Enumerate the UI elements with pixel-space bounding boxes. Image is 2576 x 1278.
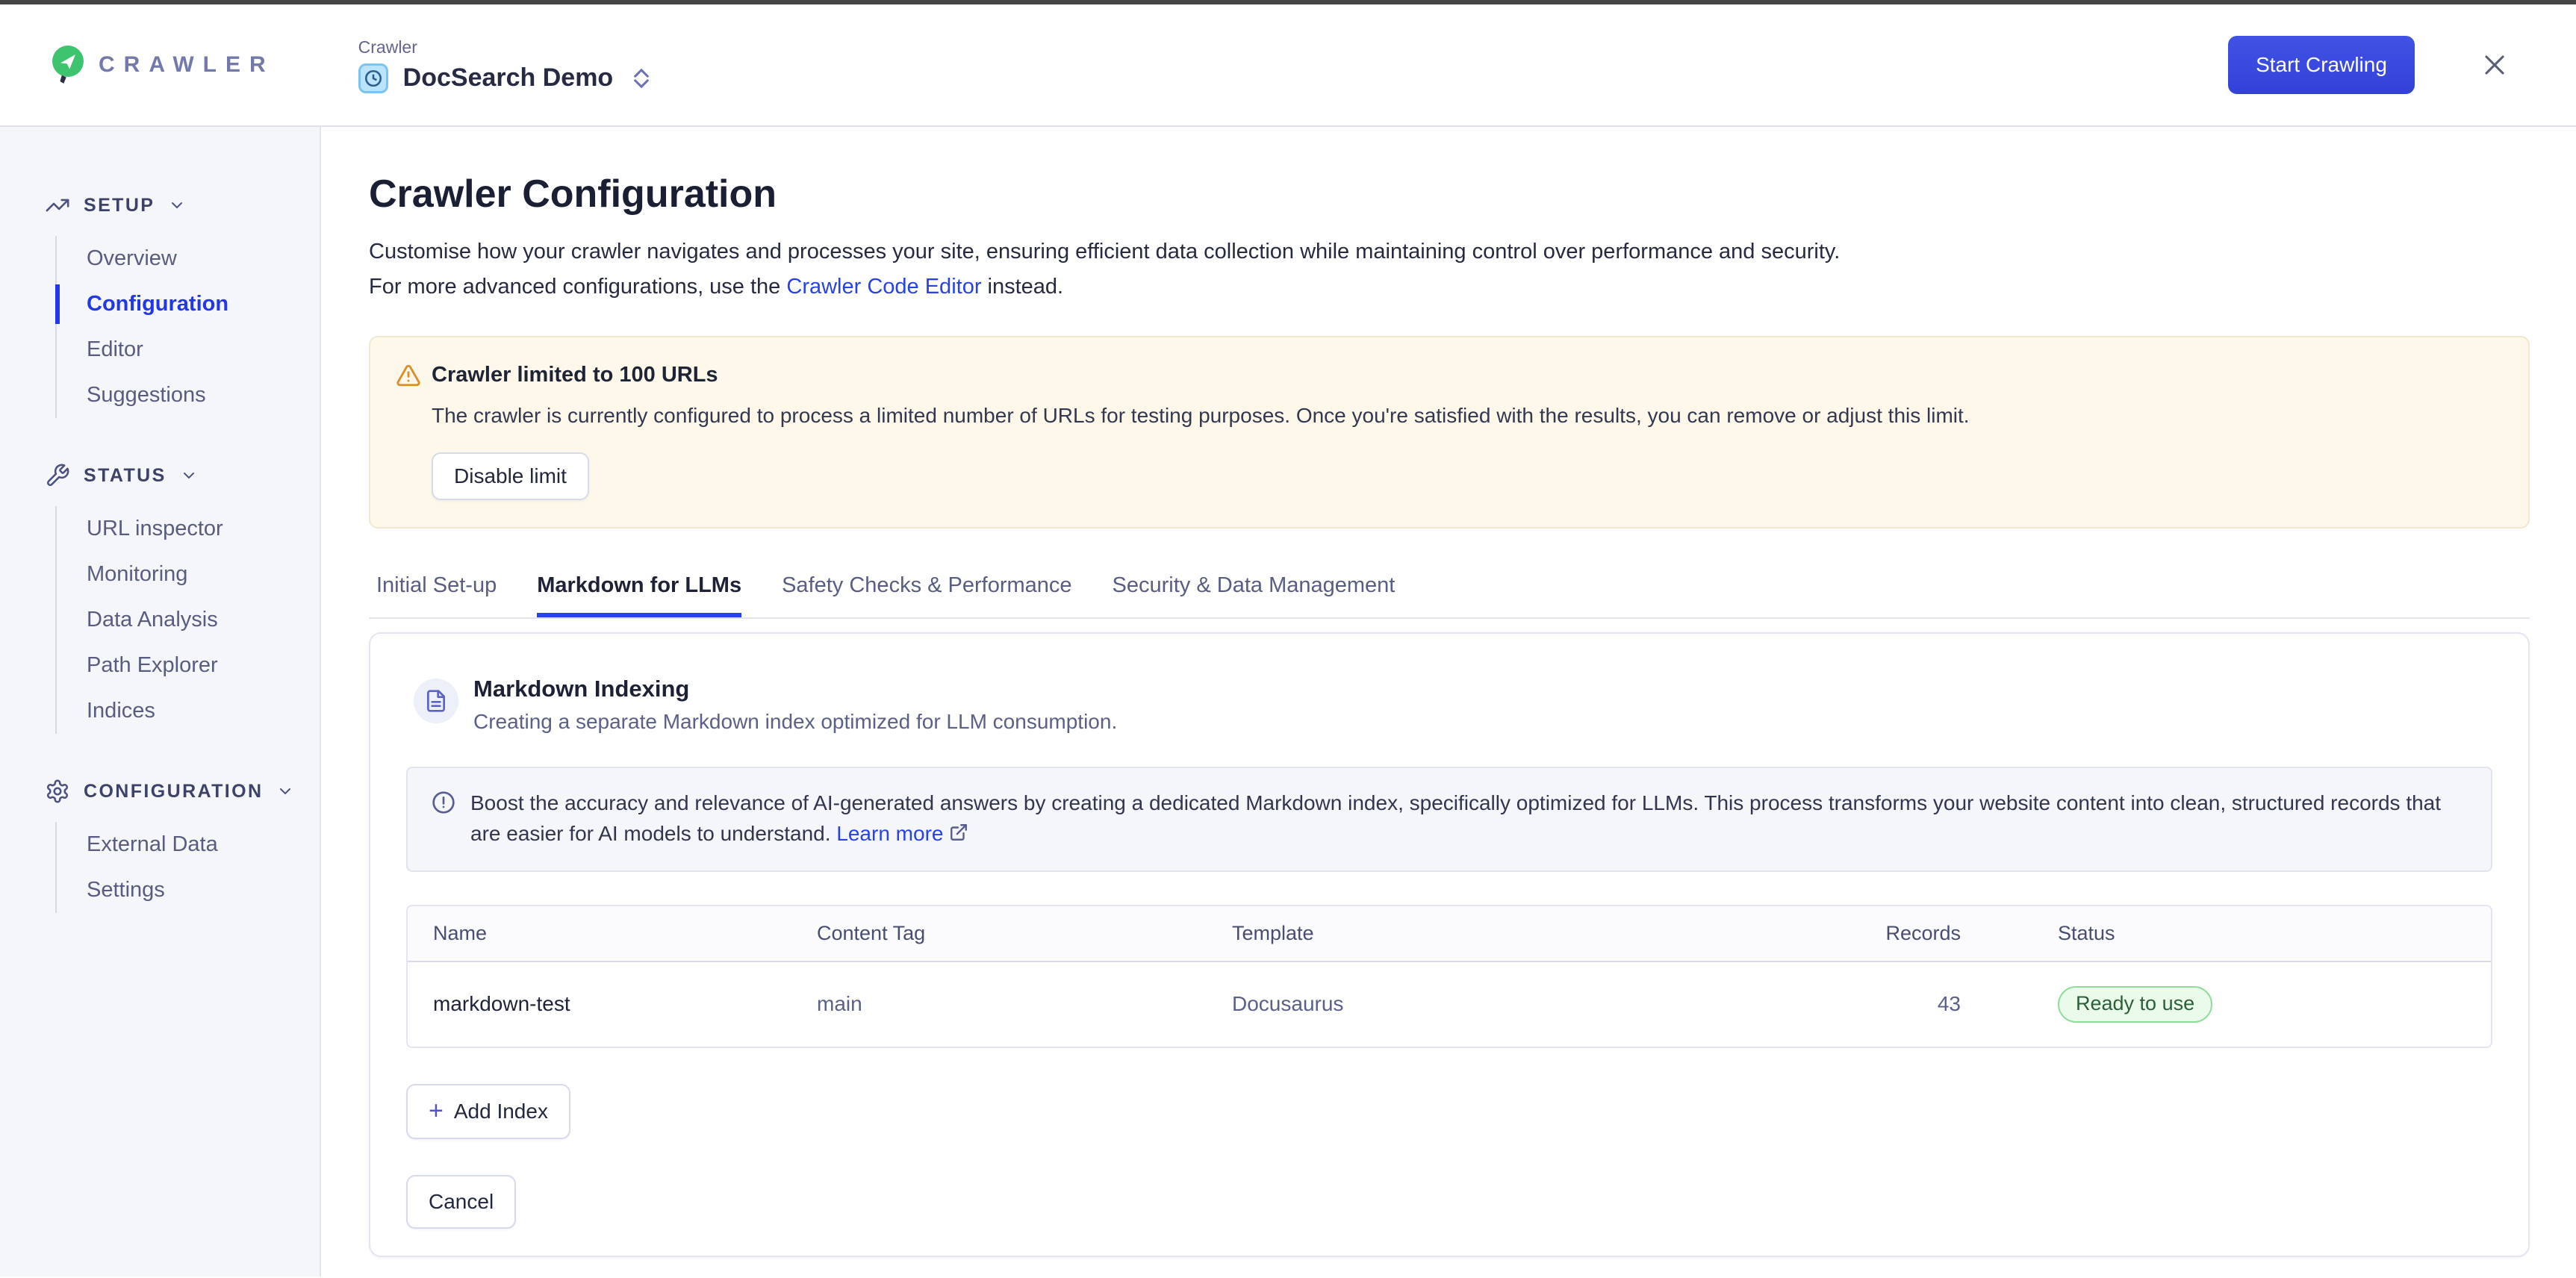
sidebar-section-label: STATUS [84, 465, 167, 487]
warning-body: The crawler is currently configured to p… [432, 400, 2498, 431]
column-name: Name [408, 906, 817, 961]
markdown-indexing-card: Markdown Indexing Creating a separate Ma… [369, 632, 2530, 1257]
crawler-code-editor-link[interactable]: Crawler Code Editor [786, 275, 981, 299]
add-index-button[interactable]: +Add Index [406, 1084, 570, 1139]
status-badge: Ready to use [2058, 986, 2212, 1023]
select-chevrons-icon [634, 69, 649, 88]
column-content-tag: Content Tag [817, 906, 1232, 961]
crawler-name: DocSearch Demo [403, 63, 614, 93]
warning-triangle-icon [396, 363, 421, 388]
info-callout: Boost the accuracy and relevance of AI-g… [406, 767, 2492, 872]
sidebar-item-suggestions[interactable]: Suggestions [87, 373, 320, 418]
sidebar-section-label: SETUP [84, 195, 155, 216]
card-header: Markdown Indexing Creating a separate Ma… [414, 676, 2492, 734]
chevron-down-icon [180, 467, 198, 484]
crawler-avatar [358, 63, 388, 93]
sidebar-item-indices[interactable]: Indices [87, 688, 320, 734]
sidebar-item-overview[interactable]: Overview [87, 236, 320, 281]
chevron-down-icon [168, 196, 186, 214]
clock-icon [364, 69, 383, 88]
sidebar-item-external-data[interactable]: External Data [87, 822, 320, 867]
cell-name: markdown-test [408, 961, 817, 1047]
gear-icon [45, 779, 70, 804]
chevron-down-icon [276, 782, 294, 800]
cell-content-tag: main [817, 961, 1232, 1047]
crawler-logo-icon [49, 45, 85, 85]
warning-title: Crawler limited to 100 URLs [432, 363, 718, 387]
card-title: Markdown Indexing [473, 676, 689, 702]
cell-records: 43 [1650, 961, 2058, 1047]
info-icon [432, 791, 455, 814]
table-row[interactable]: markdown-test main Docusaurus 43 Ready t… [408, 961, 2491, 1047]
wrench-icon [45, 463, 70, 488]
page-title: Crawler Configuration [369, 172, 2530, 216]
info-text: Boost the accuracy and relevance of AI-g… [470, 788, 2467, 851]
document-icon [414, 679, 458, 723]
app-header: CRAWLER Crawler DocSearch Demo Start Cra… [0, 4, 2576, 127]
sidebar-item-editor[interactable]: Editor [87, 327, 320, 373]
external-link-icon[interactable] [949, 820, 968, 850]
crawler-selector-label: Crawler [358, 37, 650, 57]
table-header-row: Name Content Tag Template Records Status [408, 906, 2491, 961]
close-icon[interactable] [2480, 51, 2509, 79]
sidebar-item-monitoring[interactable]: Monitoring [87, 552, 320, 597]
sidebar-section-label: CONFIGURATION [84, 781, 263, 802]
sidebar-item-configuration[interactable]: Configuration [87, 281, 320, 327]
main-content: Crawler Configuration Customise how your… [321, 127, 2576, 1277]
crawler-selector[interactable]: Crawler DocSearch Demo [358, 37, 650, 93]
page-description-line2: For more advanced configurations, use th… [369, 269, 2530, 305]
trending-up-icon [45, 193, 70, 218]
tab-initial-set-up[interactable]: Initial Set-up [376, 573, 497, 617]
tab-safety-checks-performance[interactable]: Safety Checks & Performance [782, 573, 1071, 617]
config-tabs: Initial Set-up Markdown for LLMs Safety … [369, 573, 2530, 619]
column-records: Records [1650, 906, 2058, 961]
start-crawling-button[interactable]: Start Crawling [2228, 36, 2415, 94]
sidebar-item-data-analysis[interactable]: Data Analysis [87, 597, 320, 643]
sidebar-item-settings[interactable]: Settings [87, 867, 320, 913]
sidebar-section-status: STATUS URL inspector Monitoring Data Ana… [45, 463, 320, 734]
tab-markdown-for-llms[interactable]: Markdown for LLMs [537, 573, 741, 617]
column-status: Status [2058, 906, 2491, 961]
learn-more-link[interactable]: Learn more [836, 822, 943, 845]
cancel-button[interactable]: Cancel [406, 1175, 516, 1229]
page-description-line1: Customise how your crawler navigates and… [369, 234, 2530, 269]
sidebar-item-url-inspector[interactable]: URL inspector [87, 506, 320, 552]
tab-security-data-management[interactable]: Security & Data Management [1113, 573, 1396, 617]
indices-table: Name Content Tag Template Records Status… [406, 905, 2492, 1048]
sidebar-section-status-header[interactable]: STATUS [45, 463, 320, 488]
sidebar-section-configuration: CONFIGURATION External Data Settings [45, 779, 320, 913]
sidebar-section-setup-header[interactable]: SETUP [45, 193, 320, 218]
cell-template: Docusaurus [1232, 961, 1650, 1047]
logo-wordmark: CRAWLER [99, 52, 275, 78]
crawler-logo: CRAWLER [49, 45, 275, 85]
card-subtitle: Creating a separate Markdown index optim… [473, 710, 1117, 734]
disable-limit-button[interactable]: Disable limit [432, 452, 589, 500]
sidebar-item-path-explorer[interactable]: Path Explorer [87, 643, 320, 688]
sidebar-section-setup: SETUP Overview Configuration Editor Sugg… [45, 193, 320, 418]
plus-icon: + [429, 1098, 444, 1123]
warning-banner: Crawler limited to 100 URLs The crawler … [369, 336, 2530, 529]
sidebar-section-configuration-header[interactable]: CONFIGURATION [45, 779, 320, 804]
column-template: Template [1232, 906, 1650, 961]
sidebar: SETUP Overview Configuration Editor Sugg… [0, 127, 321, 1277]
